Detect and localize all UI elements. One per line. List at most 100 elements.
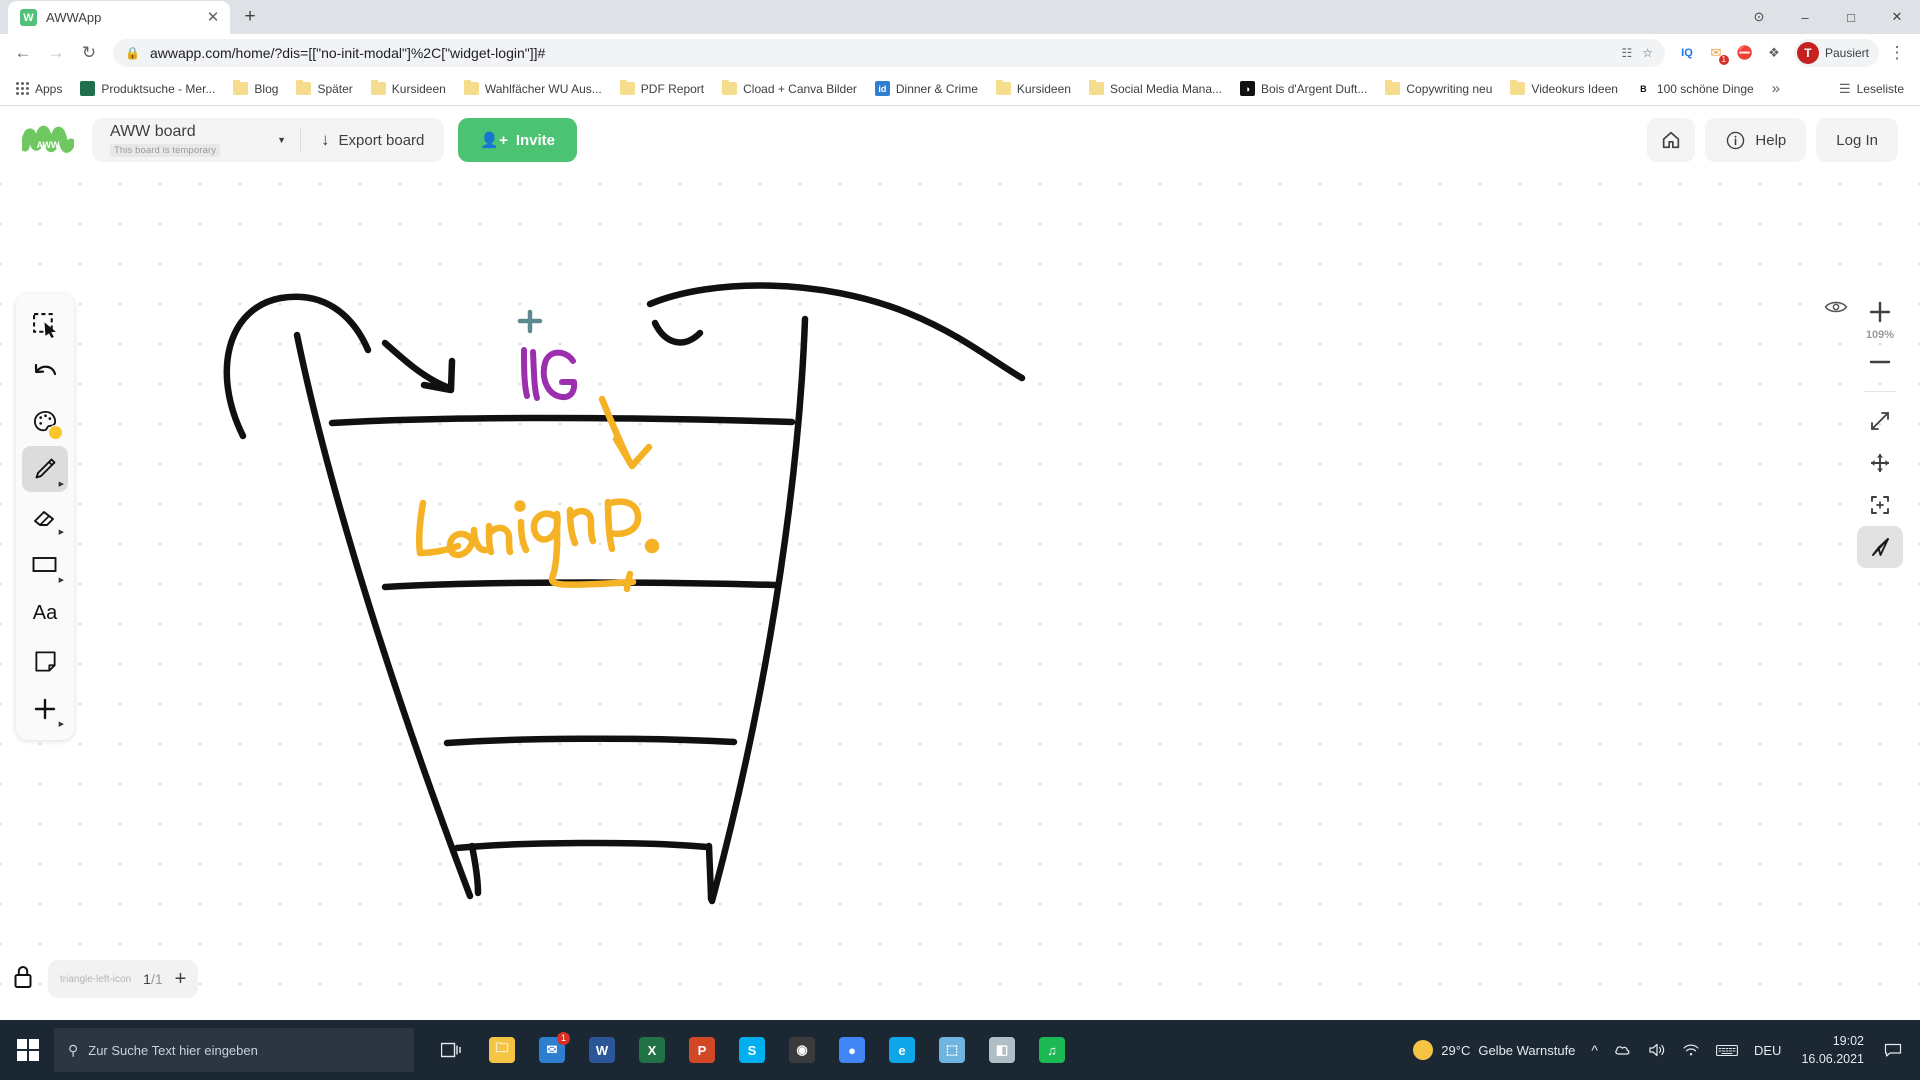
aww-logo[interactable]: AWW	[22, 121, 74, 159]
language-indicator[interactable]: DEU	[1746, 1020, 1789, 1080]
taskbar-photos-app-icon[interactable]: ⬚	[928, 1022, 976, 1078]
taskbar-chrome-app-icon[interactable]: ●	[828, 1022, 876, 1078]
wifi-tray-icon[interactable]	[1674, 1020, 1708, 1080]
bookmarks-bar: Apps Produktsuche - Mer... Blog Später Kursi…	[0, 72, 1920, 106]
reload-icon[interactable]: ↻	[74, 38, 104, 68]
bookmark-item[interactable]: Später	[288, 78, 360, 100]
back-icon[interactable]: ←	[8, 38, 38, 68]
add-submenu-arrow-icon[interactable]: ▶	[59, 721, 64, 728]
start-button[interactable]	[4, 1020, 52, 1080]
bookmark-item[interactable]: Apps	[8, 78, 70, 100]
shape-tool[interactable]: ▶	[22, 542, 68, 588]
extension-window-icon[interactable]: ⊙	[1736, 0, 1782, 34]
taskbar-powerpoint-app-icon[interactable]: P	[678, 1022, 726, 1078]
taskbar-excel-app-icon[interactable]: X	[628, 1022, 676, 1078]
undo-tool[interactable]	[22, 350, 68, 396]
taskbar-spotify-app-icon[interactable]: ♫	[1028, 1022, 1076, 1078]
bookmark-item[interactable]: Social Media Mana...	[1081, 78, 1230, 100]
bookmark-item[interactable]: Wahlfächer WU Aus...	[456, 78, 610, 100]
bookmarks-overflow-button[interactable]: »	[1764, 78, 1788, 99]
login-button[interactable]: Log In	[1816, 118, 1898, 162]
taskbar-paint-app-icon[interactable]: ◧	[978, 1022, 1026, 1078]
bookmark-item[interactable]: Kursideen	[988, 78, 1079, 100]
bookmark-label: Videokurs Ideen	[1531, 81, 1618, 96]
extension-puzzle-icon[interactable]: ❖	[1761, 40, 1787, 66]
notifications-button[interactable]	[1876, 1020, 1910, 1080]
add-page-button[interactable]: +	[175, 969, 187, 989]
pen-submenu-arrow-icon[interactable]: ▶	[59, 481, 64, 488]
close-window-button[interactable]: ✕	[1874, 0, 1920, 34]
extension-adblock-icon[interactable]: ⛔	[1732, 40, 1758, 66]
invite-button[interactable]: 👤+ Invite	[458, 118, 578, 162]
weather-condition: Gelbe Warnstufe	[1478, 1042, 1576, 1058]
bookmark-item[interactable]: Videokurs Ideen	[1502, 78, 1626, 100]
taskbar-search-box[interactable]: ⚲ Zur Suche Text hier eingeben	[54, 1028, 414, 1072]
weather-widget[interactable]: 29°C Gelbe Warnstufe	[1405, 1020, 1583, 1080]
new-tab-button[interactable]: +	[236, 3, 264, 31]
pencil-icon	[35, 458, 56, 479]
home-button[interactable]	[1647, 118, 1696, 162]
address-bar[interactable]: 🔒 awwapp.com/home/?dis=[["no-init-modal"…	[113, 39, 1665, 67]
translate-icon[interactable]: ☷	[1621, 46, 1632, 60]
profile-chip[interactable]: T Pausiert	[1793, 39, 1879, 67]
chrome-menu-icon[interactable]: ⋮	[1882, 38, 1912, 68]
visibility-toggle[interactable]	[1824, 299, 1848, 320]
taskbar-skype-app-icon[interactable]: S	[728, 1022, 776, 1078]
lock-board-button[interactable]	[12, 964, 34, 995]
eraser-submenu-arrow-icon[interactable]: ▶	[59, 529, 64, 536]
fit-to-screen-button[interactable]	[1857, 400, 1903, 442]
add-tool[interactable]: ▶	[22, 686, 68, 732]
minimize-button[interactable]: –	[1782, 0, 1828, 34]
star-icon[interactable]: ☆	[1642, 46, 1653, 60]
close-icon[interactable]: ✕	[204, 9, 222, 27]
center-view-button[interactable]	[1857, 484, 1903, 526]
bookmark-item[interactable]: ◑ Bois d'Argent Duft...	[1232, 77, 1375, 100]
bookmark-item[interactable]: id Dinner & Crime	[867, 77, 986, 100]
task-view-button[interactable]	[428, 1022, 476, 1078]
chevron-down-icon[interactable]: ▼	[263, 135, 286, 145]
help-button[interactable]: Help	[1705, 118, 1807, 162]
bookmark-item[interactable]: B 100 schöne Dinge	[1628, 77, 1762, 100]
select-tool[interactable]	[22, 302, 68, 348]
volume-tray-icon[interactable]	[1640, 1020, 1674, 1080]
pen-tool[interactable]: ▶	[22, 446, 68, 492]
current-color-swatch[interactable]	[48, 425, 63, 440]
taskbar-clock[interactable]: 19:02 16.06.2021	[1789, 1020, 1876, 1080]
keyboard-tray-icon[interactable]	[1708, 1020, 1746, 1080]
zoom-out-button[interactable]	[1857, 341, 1903, 383]
maximize-button[interactable]: □	[1828, 0, 1874, 34]
reading-list-button[interactable]: ☰ Leseliste	[1831, 77, 1912, 101]
bookmark-item[interactable]: Blog	[225, 78, 286, 100]
pan-button[interactable]	[1857, 442, 1903, 484]
shape-submenu-arrow-icon[interactable]: ▶	[59, 577, 64, 584]
tray-expand-button[interactable]: ^	[1583, 1020, 1606, 1080]
color-tool[interactable]	[22, 398, 68, 444]
bookmark-item[interactable]: PDF Report	[612, 78, 712, 100]
app-header: AWW AWW board This board is temporary ▼ …	[0, 106, 1920, 174]
browser-tab-awwapp[interactable]: W AWWApp ✕	[8, 1, 230, 34]
note-tool[interactable]	[22, 638, 68, 684]
bookmark-item[interactable]: Produktsuche - Mer...	[72, 77, 223, 100]
board-name-dropdown[interactable]: AWW board This board is temporary ▼	[92, 118, 300, 162]
previous-page-button[interactable]: triangle-left-icon	[60, 974, 131, 985]
extension-iq-icon[interactable]: IQ	[1674, 40, 1700, 66]
taskbar-file-explorer-icon[interactable]: 🗀	[478, 1022, 526, 1078]
bookmark-item[interactable]: Copywriting neu	[1377, 78, 1500, 100]
taskbar-mail-app-icon[interactable]: ✉ 1	[528, 1022, 576, 1078]
taskbar-edge-app-icon[interactable]: e	[878, 1022, 926, 1078]
cloud-icon	[1615, 1046, 1630, 1055]
forward-icon[interactable]: →	[41, 38, 71, 68]
taskbar-word-app-icon[interactable]: W	[578, 1022, 626, 1078]
folder-icon	[233, 80, 249, 95]
export-board-button[interactable]: ↓ Export board	[301, 118, 444, 162]
bookmark-item[interactable]: Cload + Canva Bilder	[714, 78, 865, 100]
eraser-tool[interactable]: ▶	[22, 494, 68, 540]
bookmark-item[interactable]: Kursideen	[363, 78, 454, 100]
onedrive-tray-icon[interactable]	[1606, 1020, 1640, 1080]
taskbar-disc-app-icon[interactable]: ◉	[778, 1022, 826, 1078]
extension-mail-icon[interactable]: ✉ 1	[1703, 40, 1729, 66]
navigate-button[interactable]	[1857, 526, 1903, 568]
zoom-in-button[interactable]	[1857, 291, 1903, 333]
text-tool[interactable]: Aa	[22, 590, 68, 636]
browser-tabstrip: W AWWApp ✕ + ⊙ – □ ✕	[0, 0, 1920, 34]
